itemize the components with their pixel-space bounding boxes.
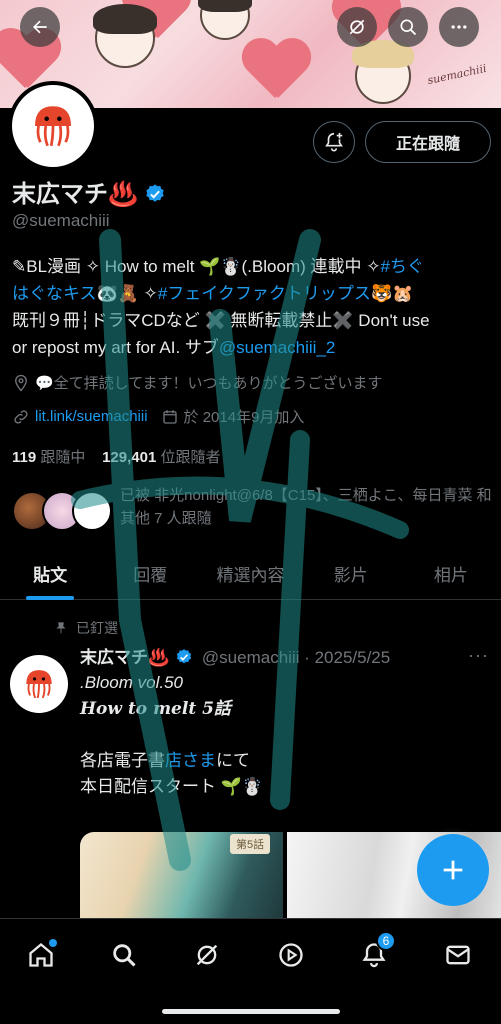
- banner-character-hair: [93, 4, 157, 34]
- hashtag-link[interactable]: #フェイクファクトリップス: [158, 284, 371, 303]
- back-button[interactable]: [20, 7, 60, 47]
- followers-count-link[interactable]: 129,401 位跟隨者: [102, 449, 220, 466]
- post-handle-date: @suemachiii · 2025/5/25: [201, 648, 391, 667]
- post-author-avatar[interactable]: [10, 655, 68, 713]
- jellyfish-avatar-icon: [35, 106, 71, 147]
- following-label: 跟隨中: [40, 449, 86, 466]
- bio-text: 既刊９冊┆ドラマCDなど ✖️ 無断転載禁止✖️ Don't use: [12, 311, 430, 330]
- notification-subscribe-button[interactable]: [313, 121, 355, 163]
- bio-text: 🐼🧸 ✧: [96, 284, 158, 303]
- compose-button[interactable]: [417, 834, 489, 906]
- unread-dot: [49, 939, 57, 947]
- plus-icon: [443, 860, 463, 880]
- tab-posts[interactable]: 貼文: [0, 548, 100, 599]
- grok-icon: [196, 944, 218, 966]
- avatar: [72, 491, 112, 531]
- post-line: .Bloom vol.50: [80, 673, 183, 692]
- website-link[interactable]: lit.link/suemachiii: [35, 408, 148, 425]
- bio-text: or repost my art for AI. サブ: [12, 338, 219, 357]
- tab-videos[interactable]: 影片: [301, 548, 401, 599]
- more-icon: [451, 25, 467, 29]
- hashtag-link[interactable]: #ちぐ: [380, 257, 423, 276]
- banner-signature: suemachiii: [426, 61, 488, 88]
- nav-grok[interactable]: [187, 935, 227, 975]
- followers-count: 129,401: [102, 449, 157, 466]
- post-author-name[interactable]: 末広マチ♨️: [80, 648, 169, 667]
- post-more-button[interactable]: ···: [468, 645, 489, 666]
- search-button[interactable]: [388, 7, 428, 47]
- pinned-indicator: 已釘選: [54, 618, 118, 638]
- joined-date: 於 2014年9月加入: [183, 409, 305, 426]
- following-count: 119: [12, 449, 37, 466]
- verified-badge-icon: [177, 649, 192, 664]
- chapter-badge: 第5話: [230, 834, 271, 854]
- nav-home[interactable]: [21, 935, 61, 975]
- more-button[interactable]: [439, 7, 479, 47]
- post-text: .Bloom vol.50 How to melt 5話 各店電子書店さまにて …: [80, 670, 490, 800]
- profile-meta: lit.link/suemachiii 於 2014年9月加入: [12, 406, 304, 427]
- bio-text: ✎BL漫画 ✧ How to melt 🌱☃️(.Bloom) 連載中 ✧: [12, 257, 381, 276]
- followed-by-text: 已被 非光nonlight@6/8【C15】、三栖よこ、每日青菜 和其他 7 人…: [120, 487, 492, 527]
- mention-link[interactable]: @suemachiii_2: [219, 338, 335, 357]
- followed-by-avatars: [12, 491, 112, 531]
- banner-character-hair: [198, 0, 252, 12]
- calendar-icon: [162, 409, 177, 424]
- tab-highlights[interactable]: 精選內容: [200, 548, 300, 599]
- home-indicator: [162, 1009, 340, 1014]
- profile-handle: @suemachiii: [12, 211, 110, 230]
- grok-button[interactable]: [337, 7, 377, 47]
- following-button[interactable]: 正在跟隨: [365, 121, 491, 163]
- pinned-label: 已釘選: [76, 620, 118, 636]
- profile-name-text: 末広マチ♨️: [12, 181, 138, 208]
- profile-tabs: 貼文 回覆 精選內容 影片 相片: [0, 548, 501, 600]
- post-line: にて: [216, 751, 250, 770]
- bio-text: 🐯🐹: [370, 284, 414, 303]
- search-icon: [400, 19, 417, 36]
- arrow-left-icon: [33, 20, 47, 34]
- location-pin-icon: [15, 374, 27, 392]
- post-image[interactable]: 第5話: [80, 832, 283, 922]
- post-line: 各店電子書: [80, 751, 165, 770]
- link-icon: [14, 409, 28, 424]
- profile-bio: ✎BL漫画 ✧ How to melt 🌱☃️(.Bloom) 連載中 ✧#ちぐ…: [12, 253, 492, 361]
- search-icon: [113, 944, 136, 967]
- hashtag-link[interactable]: はぐなキス: [12, 284, 97, 303]
- bottom-navigation: 6: [0, 918, 501, 1024]
- location-text: 💬全て拝読してます！いつもありがとうございます: [35, 375, 383, 392]
- post-link[interactable]: 店さま: [165, 751, 216, 770]
- banner-heart: [240, 40, 310, 100]
- profile-name: 末広マチ♨️: [12, 174, 166, 209]
- jellyfish-avatar-icon: [26, 670, 52, 699]
- grok-icon: [349, 19, 365, 35]
- post-line: 本日配信スタート 🌱☃️: [80, 777, 264, 796]
- tab-photos[interactable]: 相片: [401, 548, 501, 599]
- nav-video[interactable]: [271, 935, 311, 975]
- profile-avatar[interactable]: [8, 81, 98, 171]
- video-icon: [279, 943, 303, 967]
- following-count-link[interactable]: 119 跟隨中: [12, 449, 85, 466]
- nav-notifications[interactable]: 6: [354, 931, 396, 975]
- post-header: 末広マチ♨️ @suemachiii · 2025/5/25: [80, 643, 390, 668]
- bell-plus-icon: [325, 132, 343, 152]
- post-line: 5話: [196, 699, 231, 719]
- follow-counts: 119 跟隨中 129,401 位跟隨者: [12, 446, 220, 467]
- nav-search[interactable]: [104, 935, 144, 975]
- verified-badge-icon[interactable]: [144, 183, 166, 205]
- pin-icon: [56, 622, 66, 634]
- post-line: How to melt: [80, 699, 197, 719]
- followers-label: 位跟隨者: [160, 449, 221, 466]
- mail-icon: [446, 945, 470, 965]
- notification-count-badge: 6: [376, 931, 396, 951]
- tab-replies[interactable]: 回覆: [100, 548, 200, 599]
- profile-location: 💬全て拝読してます！いつもありがとうございます: [12, 372, 382, 393]
- nav-messages[interactable]: [438, 935, 478, 975]
